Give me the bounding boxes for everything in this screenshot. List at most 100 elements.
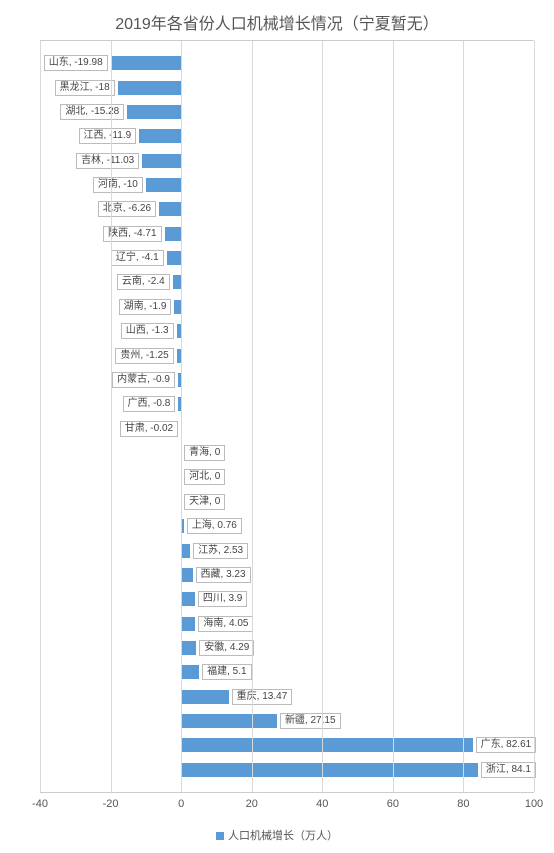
bar-row: 河北, 0 [40,470,534,484]
data-label: 陕西, -4.71 [103,226,161,242]
data-label: 西藏, 3.23 [196,567,251,583]
bar-row: 天津, 0 [40,495,534,509]
x-tick-label: 0 [178,798,184,810]
data-label: 黑龙江, -18 [55,80,115,96]
data-label: 广西, -0.8 [123,396,176,412]
gridline [111,41,112,792]
bar-row: 湖北, -15.28 [40,105,534,119]
gridline [181,41,182,792]
gridline [322,41,323,792]
bar-row: 西藏, 3.23 [40,568,534,582]
bar [181,641,196,655]
bar-row: 甘肃, -0.02 [40,422,534,436]
bar [181,544,190,558]
bar [174,300,181,314]
bar-row: 辽宁, -4.1 [40,251,534,265]
data-label: 重庆, 13.47 [232,689,293,705]
x-tick-label: 20 [246,798,258,810]
gridline [40,41,41,792]
bar-row: 山东, -19.98 [40,56,534,70]
data-label: 广东, 82.61 [476,737,537,753]
bar [142,154,181,168]
legend: 人口机械增长（万人） [0,827,554,843]
bar-row: 重庆, 13.47 [40,690,534,704]
data-label: 内蒙古, -0.9 [112,372,175,388]
bar-row: 浙江, 84.1 [40,763,534,777]
bar-row: 上海, 0.76 [40,519,534,533]
bar [118,81,182,95]
gridline [534,41,535,792]
data-label: 山西, -1.3 [121,323,174,339]
data-label: 浙江, 84.1 [481,762,536,778]
bar-row: 黑龙江, -18 [40,81,534,95]
x-tick-label: 60 [387,798,399,810]
bar [165,227,182,241]
bar [146,178,181,192]
bar-row: 贵州, -1.25 [40,349,534,363]
data-label: 贵州, -1.25 [115,348,173,364]
data-label: 青海, 0 [184,445,225,461]
chart-title: 2019年各省份人口机械增长情况（宁夏暂无） [0,0,554,40]
bar-row: 广东, 82.61 [40,738,534,752]
x-tick-label: 40 [316,798,328,810]
legend-label: 人口机械增长（万人） [228,830,338,842]
data-label: 北京, -6.26 [98,201,156,217]
bar [127,105,181,119]
bar-row: 江西, -11.9 [40,129,534,143]
bar [181,665,199,679]
plot-area: 山东, -19.98 黑龙江, -18 湖北, -15.28 江西, -11.9 吉林,… [40,40,534,793]
data-label: 甘肃, -0.02 [120,421,178,437]
legend-swatch [216,832,224,840]
bar [139,129,181,143]
bar [181,690,229,704]
bar [181,763,478,777]
bar-row: 湖南, -1.9 [40,300,534,314]
data-label: 湖北, -15.28 [60,104,124,120]
data-label: 海南, 4.05 [198,616,253,632]
data-label: 山东, -19.98 [44,55,108,71]
bar [167,251,181,265]
bar-row: 安徽, 4.29 [40,641,534,655]
data-label: 福建, 5.1 [202,664,251,680]
data-label: 河北, 0 [184,469,225,485]
bar [181,617,195,631]
data-label: 新疆, 27.15 [280,713,341,729]
x-tick-label: 100 [525,798,543,810]
gridline [393,41,394,792]
data-label: 安徽, 4.29 [199,640,254,656]
data-label: 上海, 0.76 [187,518,242,534]
bar-row: 新疆, 27.15 [40,714,534,728]
bar [173,275,181,289]
data-label: 河南, -10 [93,177,143,193]
bar-row: 河南, -10 [40,178,534,192]
data-label: 江西, -11.9 [79,128,137,144]
data-label: 湖南, -1.9 [119,299,172,315]
data-label: 吉林, -11.03 [76,153,139,169]
data-label: 四川, 3.9 [198,591,247,607]
data-label: 江苏, 2.53 [193,543,248,559]
x-tick-label: -20 [103,798,119,810]
bar-row: 福建, 5.1 [40,665,534,679]
bar-row: 山西, -1.3 [40,324,534,338]
bar-row: 内蒙古, -0.9 [40,373,534,387]
bar-row: 广西, -0.8 [40,397,534,411]
data-label: 云南, -2.4 [117,274,170,290]
x-tick-label: 80 [457,798,469,810]
bar [181,738,472,752]
gridline [252,41,253,792]
bar-row: 海南, 4.05 [40,617,534,631]
data-label: 辽宁, -4.1 [111,250,164,266]
bar-row: 吉林, -11.03 [40,154,534,168]
bars-layer: 山东, -19.98 黑龙江, -18 湖北, -15.28 江西, -11.9 吉林,… [40,51,534,782]
bar [181,568,192,582]
bar-row: 青海, 0 [40,446,534,460]
bar-row: 四川, 3.9 [40,592,534,606]
bar-row: 北京, -6.26 [40,202,534,216]
bar [159,202,181,216]
bar [181,714,277,728]
data-label: 天津, 0 [184,494,225,510]
chart-container: 2019年各省份人口机械增长情况（宁夏暂无） 山东, -19.98 黑龙江, -1… [0,0,554,853]
gridline [463,41,464,792]
bar [111,56,182,70]
bar-row: 陕西, -4.71 [40,227,534,241]
